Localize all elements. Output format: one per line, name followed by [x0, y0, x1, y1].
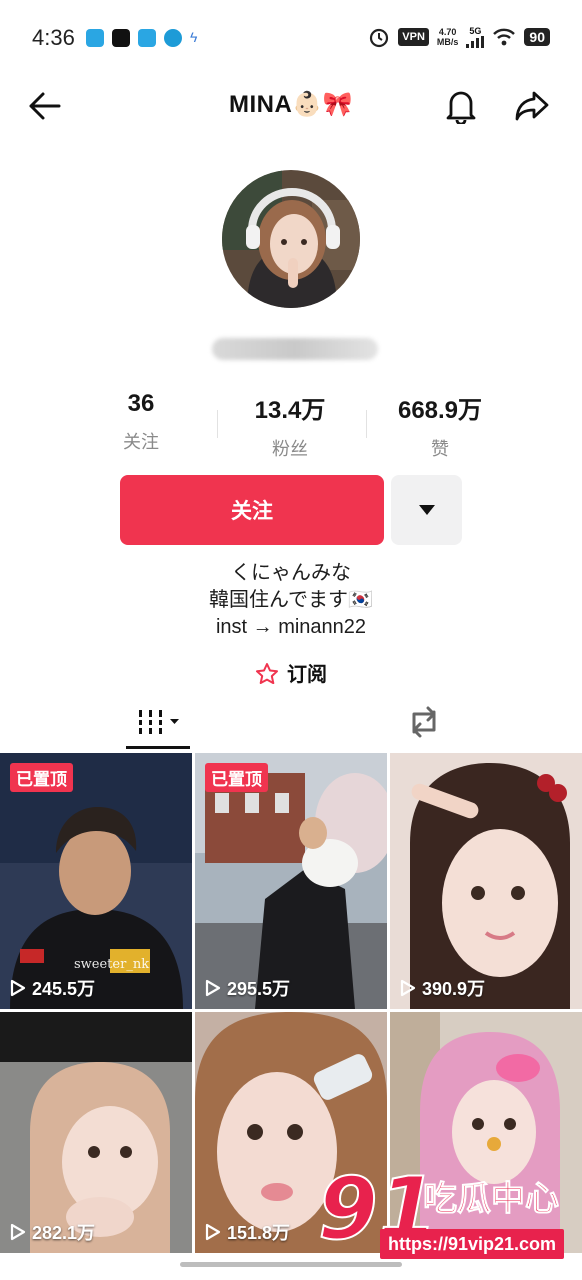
speed-value: 4.70	[438, 27, 457, 37]
profile-bio: くにゃんみな 韓国住んでます🇰🇷 inst → minann22	[0, 560, 582, 641]
subscribe-label: 订阅	[287, 664, 327, 686]
status-bar: 4:36 ϟ VPN 4.70 MB/s 5G 90	[0, 0, 582, 78]
play-icon	[205, 1223, 221, 1241]
view-count: 282.1万	[32, 1223, 96, 1243]
stat-followers[interactable]: 13.4万 粉丝	[215, 390, 365, 461]
battery-indicator: 90	[524, 28, 550, 46]
pinned-badge: 已置顶	[10, 763, 73, 792]
watermark-name: 吃瓜中心	[423, 1179, 560, 1220]
tab-videos[interactable]	[126, 696, 190, 748]
video-views: 390.9万	[400, 975, 485, 1001]
status-time: 4:36	[32, 25, 75, 50]
stat-followers-label: 粉丝	[272, 439, 308, 459]
video-views: 295.5万	[205, 975, 290, 1001]
watermark-logo: 91 吃瓜中心 https://91vip21.com	[317, 1164, 578, 1260]
stat-likes-label: 赞	[431, 439, 449, 459]
username-redacted	[212, 338, 378, 360]
video-thumbnail[interactable]: 已置顶 sweeter_nk 245.5万	[0, 753, 192, 1009]
alarm-icon	[370, 28, 389, 48]
play-icon	[400, 979, 416, 997]
view-count: 151.8万	[227, 1223, 291, 1243]
stat-following-label: 关注	[123, 432, 159, 452]
signal-icon	[466, 35, 485, 48]
bolt-icon: ϟ	[190, 29, 198, 45]
follow-button[interactable]: 关注	[120, 475, 384, 545]
watermark-url: https://91vip21.com	[380, 1229, 565, 1259]
stat-following[interactable]: 36 关注	[66, 390, 216, 454]
bell-icon	[446, 91, 476, 124]
stat-likes[interactable]: 668.9万 赞	[365, 390, 515, 461]
profile-stats: 36 关注 13.4万 粉丝 668.9万 赞	[70, 390, 512, 460]
active-tab-indicator	[126, 746, 190, 749]
speed-indicator: 4.70 MB/s	[437, 27, 459, 47]
stat-likes-value: 668.9万	[397, 397, 483, 424]
grid-icon	[135, 710, 179, 734]
home-indicator[interactable]	[180, 1262, 402, 1267]
video-thumbnail[interactable]: 390.9万	[390, 753, 582, 1009]
video-thumbnail[interactable]: 已置顶 295.5万	[195, 753, 387, 1009]
video-thumbnail-image	[390, 753, 582, 1009]
video-thumbnail-image	[0, 1012, 192, 1253]
profile-header: MINA👶🏻🎀	[0, 78, 582, 132]
telegram-icon	[138, 29, 156, 47]
vpn-badge: VPN	[398, 28, 429, 46]
repost-icon	[412, 706, 436, 738]
subscribe-link[interactable]: 订阅	[0, 658, 582, 687]
content-tabs	[0, 696, 582, 752]
app-icon	[112, 29, 130, 47]
video-overlay-text: sweeter_nk	[74, 957, 150, 972]
caret-down-icon	[418, 505, 435, 515]
play-icon	[205, 979, 221, 997]
speed-unit: MB/s	[436, 37, 459, 47]
tab-reposts[interactable]	[392, 696, 456, 748]
stat-followers-value: 13.4万	[254, 397, 326, 424]
bio-line: inst → minann22	[215, 616, 367, 638]
play-icon	[10, 979, 26, 997]
telegram-icon	[86, 29, 104, 47]
profile-avatar[interactable]	[222, 170, 360, 308]
play-icon	[10, 1223, 26, 1241]
share-button[interactable]	[512, 86, 552, 126]
view-count: 390.9万	[422, 979, 486, 999]
notifications-button[interactable]	[441, 86, 481, 126]
pinned-badge: 已置顶	[205, 763, 268, 792]
more-options-button[interactable]	[391, 475, 462, 545]
video-views: 151.8万	[205, 1219, 290, 1245]
share-icon	[515, 91, 549, 121]
video-thumbnail[interactable]: 282.1万	[0, 1012, 192, 1253]
bio-line: くにゃんみな	[231, 562, 351, 584]
video-views: 282.1万	[10, 1219, 95, 1245]
stat-following-value: 36	[127, 390, 155, 417]
video-views: 245.5万	[10, 975, 95, 1001]
wifi-icon	[493, 28, 516, 46]
edge-icon	[164, 29, 182, 47]
profile-title: MINA👶🏻🎀	[228, 91, 354, 118]
avatar-photo	[222, 170, 360, 308]
star-icon	[256, 662, 278, 684]
status-right: VPN 4.70 MB/s 5G 90	[368, 26, 550, 48]
view-count: 295.5万	[227, 979, 291, 999]
network-type: 5G	[469, 25, 482, 36]
view-count: 245.5万	[32, 979, 96, 999]
signal-indicator: 5G	[466, 25, 485, 48]
bio-line: 韓国住んでます🇰🇷	[209, 589, 373, 611]
